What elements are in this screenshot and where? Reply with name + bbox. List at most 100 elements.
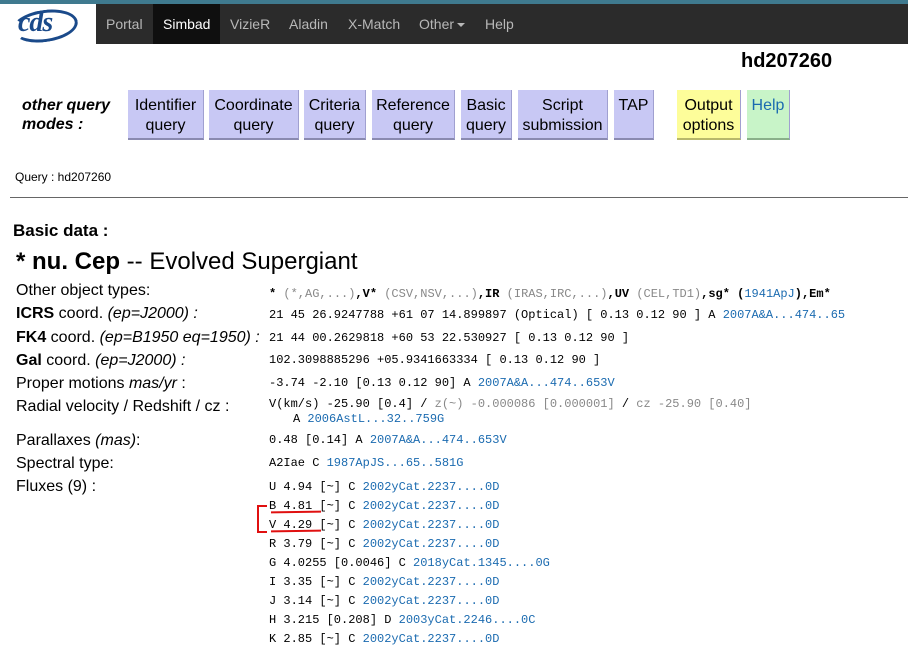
object-type: Evolved Supergiant: [149, 248, 358, 275]
nav-xmatch[interactable]: X-Match: [338, 4, 410, 44]
divider: [10, 197, 908, 198]
plx-label-a: Parallaxes: [16, 432, 96, 449]
icrs-label-b: ICRS: [16, 305, 55, 322]
plx-numbers: 0.48 [0.14] A: [269, 433, 370, 447]
icrs-ref-link[interactable]: 2007A&A...474..65: [723, 308, 845, 322]
ot-v4: (CSV,NSV,...): [384, 287, 478, 301]
flux-text: H 3.215 [0.208] D: [269, 613, 399, 627]
flux-row: G 4.0255 [0.0046] C 2018yCat.1345....0G: [269, 556, 550, 570]
plx-label-end: :: [136, 432, 141, 449]
logo-text: cds: [18, 7, 53, 38]
flux-ref-link[interactable]: 2002yCat.2237....0D: [363, 518, 500, 532]
caret-down-icon: [457, 23, 466, 28]
tap-button[interactable]: TAP: [614, 90, 654, 140]
btn-line2: query: [314, 117, 355, 134]
object-identifier: * nu. Cep: [16, 248, 121, 275]
btn-line2: query: [392, 117, 434, 134]
reference-query-button[interactable]: Reference query: [372, 90, 455, 140]
flux-ref-link[interactable]: 2002yCat.2237....0D: [363, 480, 500, 494]
plx-label-i: (mas): [95, 432, 137, 449]
rv-cz: cz -25.90 [0.40]: [636, 397, 752, 411]
nav-aladin[interactable]: Aladin: [279, 4, 338, 44]
top-navbar: cds Portal Simbad VizieR Aladin X-Match …: [0, 4, 908, 47]
object-name: * nu. Cep -- Evolved Supergiant: [16, 248, 357, 276]
fk4-label-i: (ep=B1950 eq=1950) :: [99, 329, 260, 346]
flux-ref-link[interactable]: 2002yCat.2237....0D: [363, 537, 500, 551]
flux-text: U 4.94 [~] C: [269, 480, 363, 494]
rv-ref-link[interactable]: 2006AstL...32..759G: [307, 412, 444, 426]
btn-line1: Identifier: [134, 97, 197, 114]
flux-ref-link[interactable]: 2002yCat.2237....0D: [363, 575, 500, 589]
ot-v7: ,UV: [607, 287, 637, 301]
pm-ref-link[interactable]: 2007A&A...474..653V: [478, 376, 615, 390]
nav-help[interactable]: Help: [475, 4, 524, 44]
fk4-label-b: FK4: [16, 329, 47, 346]
btn-line1: TAP: [618, 97, 649, 114]
ot-v11: ),Em*: [794, 287, 831, 301]
flux-row: I 3.35 [~] C 2002yCat.2237....0D: [269, 575, 499, 589]
nav-portal[interactable]: Portal: [96, 4, 153, 44]
annotation-underline-v: [270, 529, 322, 533]
identifier-query-button[interactable]: Identifier query: [128, 90, 204, 140]
flux-text: G 4.0255 [0.0046] C: [269, 556, 414, 570]
plx-ref-link[interactable]: 2007A&A...474..653V: [370, 433, 507, 447]
fluxes-label: Fluxes (9) :: [16, 478, 97, 495]
fk4-label-mid: coord.: [46, 329, 100, 346]
cds-logo[interactable]: cds: [0, 4, 96, 47]
flux-row: U 4.94 [~] C 2002yCat.2237....0D: [269, 480, 499, 494]
btn-line1: Output: [684, 97, 733, 114]
pm-label: Proper motions mas/yr :: [16, 375, 186, 393]
criteria-query-button[interactable]: Criteria query: [304, 90, 366, 140]
ot-v5: ,IR: [477, 287, 507, 301]
other-types-label: Other object types:: [16, 282, 151, 299]
ot-v8: (CEL,TD1): [636, 287, 702, 301]
rv-sep: /: [614, 397, 637, 411]
annotation-bracket: [257, 505, 267, 533]
rv-quality: A: [293, 412, 308, 426]
flux-ref-link[interactable]: 2018yCat.1345....0G: [413, 556, 550, 570]
plx-label: Parallaxes (mas):: [16, 432, 141, 450]
icrs-coords: 21 45 26.9247788 +61 07 14.899897 (Optic…: [269, 308, 723, 322]
rv-v: V(km/s) -25.90 [0.4] /: [269, 397, 435, 411]
gal-value: 102.3098885296 +05.9341663334 [ 0.13 0.1…: [269, 353, 601, 367]
query-modes-label-line2: modes :: [22, 116, 84, 133]
basic-data-heading: Basic data :: [13, 221, 109, 240]
gal-label: Gal coord. (ep=J2000) :: [16, 352, 185, 370]
gal-label-i: (ep=J2000) :: [95, 352, 186, 369]
query-modes-label: other query modes :: [22, 96, 110, 134]
nav-other[interactable]: Other: [409, 4, 475, 44]
flux-ref-link[interactable]: 2002yCat.2237....0D: [363, 499, 500, 513]
nav-simbad[interactable]: Simbad: [153, 4, 221, 44]
pm-value: -3.74 -2.10 [0.13 0.12 90] A 2007A&A...4…: [269, 376, 615, 390]
help-button[interactable]: Help: [747, 90, 790, 140]
flux-ref-link[interactable]: 2002yCat.2237....0D: [363, 594, 500, 608]
ot-v2: (*,AG,...): [283, 287, 356, 301]
nav-vizier[interactable]: VizieR: [220, 4, 280, 44]
btn-line1: Coordinate: [214, 97, 293, 114]
flux-ref-link[interactable]: 2002yCat.2237....0D: [363, 632, 500, 646]
sp-ref-link[interactable]: 1987ApJS...65..581G: [327, 456, 464, 470]
btn-line1: Basic: [466, 97, 506, 114]
pm-label-i: mas/yr: [128, 375, 177, 392]
rv-z: z(~) -0.000086 [0.000001]: [434, 397, 615, 411]
ot-v1: *: [269, 287, 284, 301]
coordinate-query-button[interactable]: Coordinate query: [209, 90, 299, 140]
btn-line1: Help: [751, 97, 785, 114]
ot-v9: ,sg* (: [701, 287, 745, 301]
basic-query-button[interactable]: Basic query: [461, 90, 512, 140]
sp-type: A2Iae C: [269, 456, 327, 470]
script-submission-button[interactable]: Script submission: [518, 90, 608, 140]
output-options-button[interactable]: Output options: [677, 90, 741, 140]
icrs-label-mid: coord.: [54, 305, 108, 322]
btn-line2: submission: [522, 117, 603, 134]
pm-numbers: -3.74 -2.10 [0.13 0.12 90] A: [269, 376, 478, 390]
rv-value: V(km/s) -25.90 [0.4] / z(~) -0.000086 [0…: [269, 397, 752, 411]
object-sep: --: [120, 248, 150, 275]
flux-row: K 2.85 [~] C 2002yCat.2237....0D: [269, 632, 499, 646]
flux-text: R 3.79 [~] C: [269, 537, 363, 551]
ot-ref-link[interactable]: 1941ApJ: [744, 287, 794, 301]
ot-v3: ,V*: [355, 287, 385, 301]
flux-ref-link[interactable]: 2003yCat.2246....0C: [399, 613, 536, 627]
btn-line1: Script: [542, 97, 583, 114]
query-modes-label-line1: other query: [22, 97, 111, 114]
